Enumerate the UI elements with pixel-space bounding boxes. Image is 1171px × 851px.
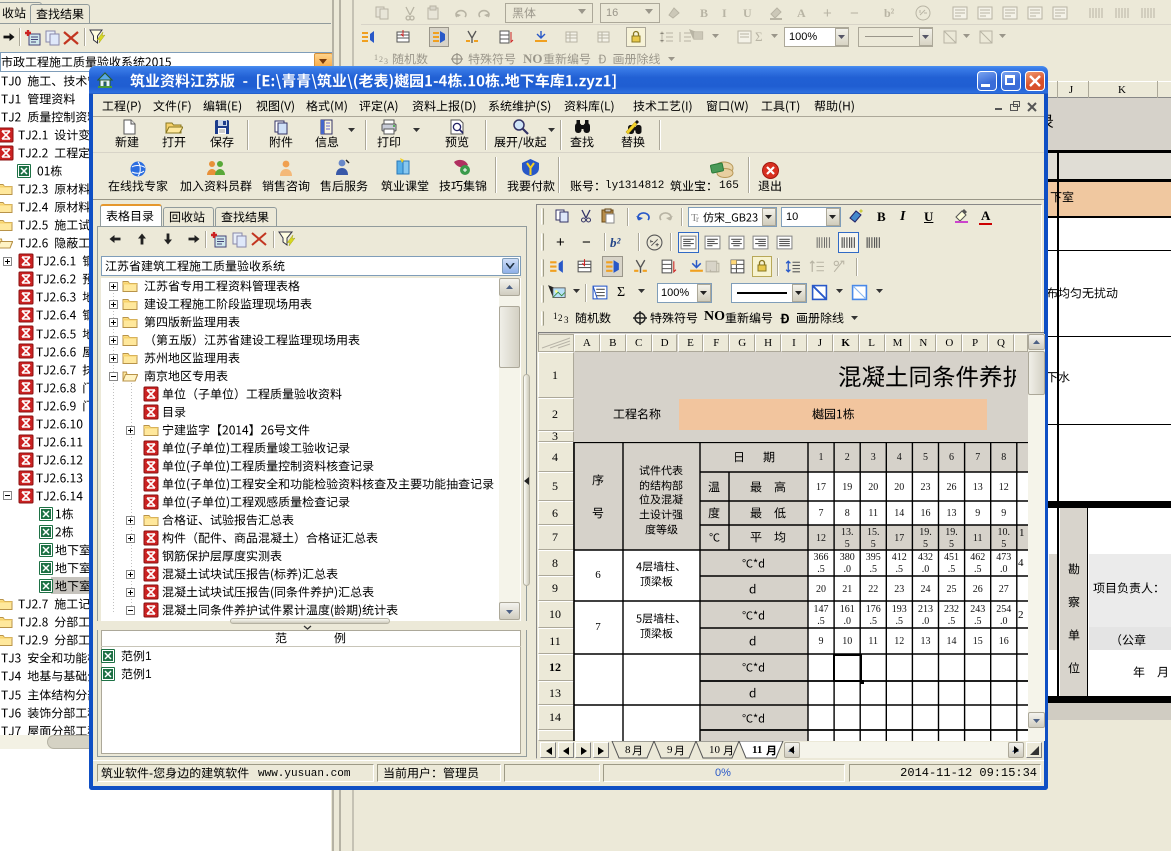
- svg-text:3: 3: [564, 315, 569, 324]
- svg-text:1: 1: [553, 311, 558, 321]
- svg-text:1: 1: [374, 53, 378, 62]
- svg-text:3: 3: [384, 57, 388, 65]
- svg-text:2: 2: [379, 55, 383, 64]
- svg-text:2: 2: [558, 313, 563, 323]
- svg-text:r: r: [696, 214, 699, 223]
